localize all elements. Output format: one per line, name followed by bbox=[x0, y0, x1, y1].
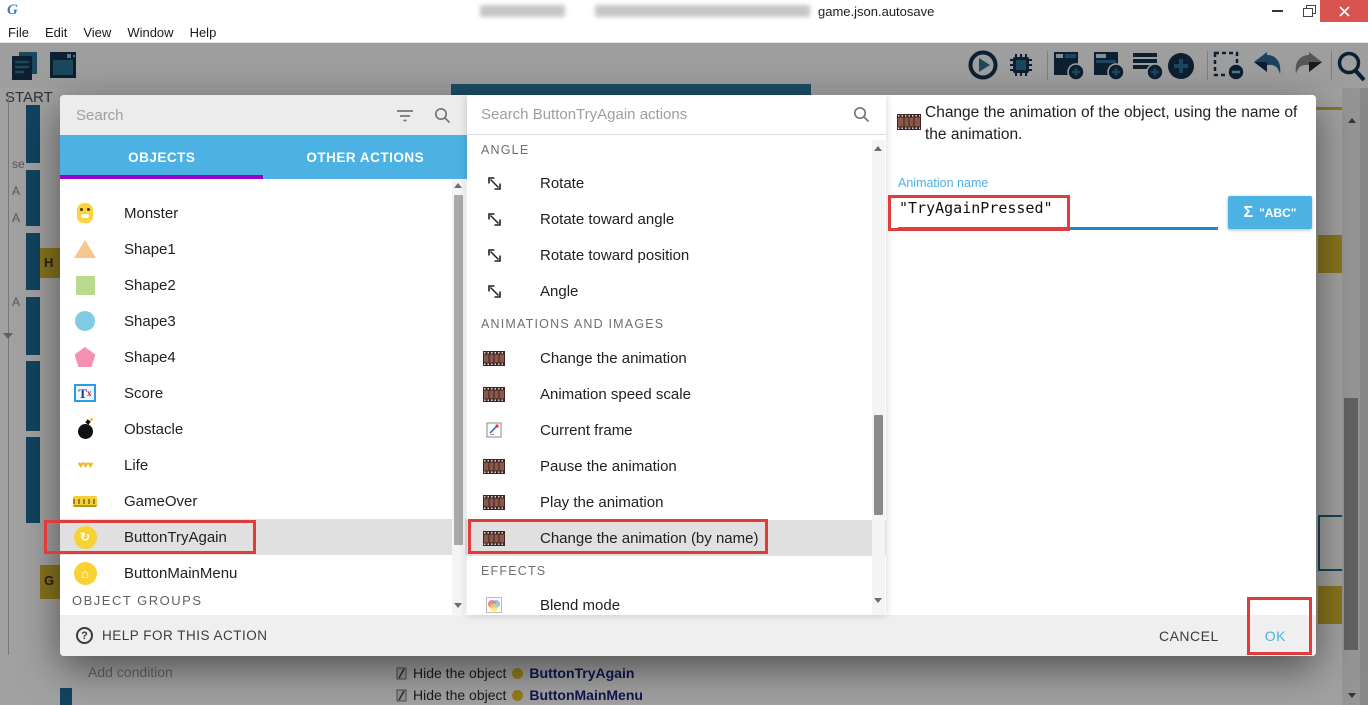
sigma-icon: Σ bbox=[1244, 204, 1254, 222]
action-item-rotate-toward-angle[interactable]: Rotate toward angle bbox=[467, 201, 886, 237]
ok-button[interactable]: OK bbox=[1265, 628, 1286, 644]
menu-view[interactable]: View bbox=[83, 25, 111, 40]
rotate-icon bbox=[481, 283, 507, 300]
rotate-icon bbox=[481, 175, 507, 192]
field-underline bbox=[898, 227, 1218, 230]
window-title: game.json.autosave bbox=[818, 4, 934, 19]
section-header-animations: ANIMATIONS AND IMAGES bbox=[481, 317, 664, 331]
action-item-current-frame[interactable]: Current frame bbox=[467, 412, 886, 448]
objects-search-row bbox=[60, 95, 467, 135]
list-item-shape3[interactable]: Shape3 bbox=[60, 303, 467, 339]
object-groups-header: OBJECT GROUPS bbox=[72, 593, 203, 608]
film-icon bbox=[481, 459, 507, 474]
list-item-buttonmainmenu[interactable]: ButtonMainMenu bbox=[60, 555, 467, 591]
actions-list: ANGLE Rotate Rotate toward angle Rotate … bbox=[467, 140, 886, 615]
actions-panel: ANGLE Rotate Rotate toward angle Rotate … bbox=[467, 95, 886, 615]
action-item-rotate-toward-position[interactable]: Rotate toward position bbox=[467, 237, 886, 273]
actions-search-input[interactable] bbox=[467, 106, 853, 123]
hearts-icon: ♥♥♥ bbox=[78, 460, 93, 471]
list-item-buttontryagain[interactable]: ButtonTryAgain bbox=[60, 519, 467, 555]
frame-icon bbox=[481, 422, 507, 438]
redacted-text-blur bbox=[480, 5, 565, 17]
title-bar: game.json.autosave bbox=[0, 0, 1368, 22]
action-item-angle[interactable]: Angle bbox=[467, 273, 886, 309]
objects-scrollbar[interactable] bbox=[452, 179, 465, 615]
tab-other-actions[interactable]: OTHER ACTIONS bbox=[264, 135, 468, 179]
text-object-icon: Tx bbox=[74, 384, 96, 402]
parameters-panel: Change the animation of the object, usin… bbox=[886, 95, 1316, 615]
close-button[interactable] bbox=[1320, 0, 1368, 22]
actions-scrollbar-thumb[interactable] bbox=[874, 415, 883, 515]
animation-name-label: Animation name bbox=[898, 176, 988, 190]
rotate-icon bbox=[481, 247, 507, 264]
film-icon bbox=[481, 387, 507, 402]
list-item-monster[interactable]: Monster bbox=[60, 195, 467, 231]
banner-icon bbox=[73, 496, 97, 507]
search-icon bbox=[434, 107, 451, 124]
list-item-shape2[interactable]: Shape2 bbox=[60, 267, 467, 303]
search-icon bbox=[853, 106, 870, 123]
list-item-life[interactable]: ♥♥♥Life bbox=[60, 447, 467, 483]
list-item-shape4[interactable]: Shape4 bbox=[60, 339, 467, 375]
scroll-down-icon[interactable] bbox=[454, 603, 462, 608]
action-item-change-animation[interactable]: Change the animation bbox=[467, 340, 886, 376]
refresh-button-icon bbox=[74, 526, 97, 549]
bomb-icon bbox=[78, 424, 93, 439]
film-icon bbox=[481, 531, 507, 546]
objects-tabbar: OBJECTS OTHER ACTIONS bbox=[60, 135, 467, 179]
menu-help[interactable]: Help bbox=[190, 25, 217, 40]
tab-objects[interactable]: OBJECTS bbox=[60, 135, 264, 179]
film-icon bbox=[481, 495, 507, 510]
action-item-pause-animation[interactable]: Pause the animation bbox=[467, 448, 886, 484]
blend-icon bbox=[481, 597, 507, 613]
menu-window[interactable]: Window bbox=[127, 25, 173, 40]
pentagon-icon bbox=[75, 347, 96, 367]
help-button[interactable]: HELP FOR THIS ACTION bbox=[76, 627, 268, 644]
film-icon bbox=[481, 351, 507, 366]
scroll-down-icon[interactable] bbox=[874, 598, 882, 603]
circle-icon bbox=[75, 311, 95, 331]
section-header-effects: EFFECTS bbox=[481, 564, 546, 578]
menu-bar: File Edit View Window Help bbox=[0, 22, 1368, 43]
menu-edit[interactable]: Edit bbox=[45, 25, 67, 40]
action-item-change-animation-by-name[interactable]: Change the animation (by name) bbox=[467, 520, 886, 556]
redacted-text-blur bbox=[595, 5, 810, 17]
help-icon bbox=[76, 627, 93, 644]
expression-editor-button[interactable]: Σ "ABC" bbox=[1228, 196, 1312, 229]
objects-panel: OBJECTS OTHER ACTIONS Monster Shape1 Sha… bbox=[60, 95, 467, 615]
scroll-up-icon[interactable] bbox=[454, 183, 462, 188]
app-window: START se A A H A G Add condition Hide th… bbox=[0, 0, 1368, 705]
list-item-gameover[interactable]: GameOver bbox=[60, 483, 467, 519]
action-item-rotate[interactable]: Rotate bbox=[467, 165, 886, 201]
instruction-editor-dialog: OBJECTS OTHER ACTIONS Monster Shape1 Sha… bbox=[60, 95, 1316, 656]
list-item-score[interactable]: TxScore bbox=[60, 375, 467, 411]
action-description: Change the animation of the object, usin… bbox=[925, 102, 1301, 146]
menu-file[interactable]: File bbox=[8, 25, 29, 40]
minimize-button[interactable] bbox=[1262, 0, 1292, 22]
film-icon bbox=[897, 114, 921, 135]
objects-list: Monster Shape1 Shape2 Shape3 Shape4 TxSc… bbox=[60, 179, 467, 615]
actions-scrollbar[interactable] bbox=[872, 140, 885, 615]
action-item-play-animation[interactable]: Play the animation bbox=[467, 484, 886, 520]
animation-name-field[interactable]: "TryAgainPressed" bbox=[899, 199, 1053, 217]
dialog-footer: HELP FOR THIS ACTION CANCEL OK bbox=[60, 615, 1316, 656]
actions-search-row bbox=[467, 95, 886, 135]
action-item-blend-mode[interactable]: Blend mode bbox=[467, 587, 886, 615]
gdevelop-logo-icon bbox=[7, 2, 23, 19]
filter-icon[interactable] bbox=[396, 108, 414, 122]
triangle-icon bbox=[74, 240, 96, 258]
action-item-animation-speed[interactable]: Animation speed scale bbox=[467, 376, 886, 412]
square-icon bbox=[76, 276, 95, 295]
home-button-icon bbox=[74, 562, 97, 585]
objects-search-input[interactable] bbox=[60, 107, 396, 124]
rotate-icon bbox=[481, 211, 507, 228]
monster-icon bbox=[77, 203, 93, 223]
scroll-up-icon[interactable] bbox=[874, 146, 882, 151]
section-header-angle: ANGLE bbox=[481, 143, 529, 157]
list-item-obstacle[interactable]: Obstacle bbox=[60, 411, 467, 447]
cancel-button[interactable]: CANCEL bbox=[1159, 628, 1219, 644]
list-item-shape1[interactable]: Shape1 bbox=[60, 231, 467, 267]
objects-scrollbar-thumb[interactable] bbox=[454, 195, 463, 545]
